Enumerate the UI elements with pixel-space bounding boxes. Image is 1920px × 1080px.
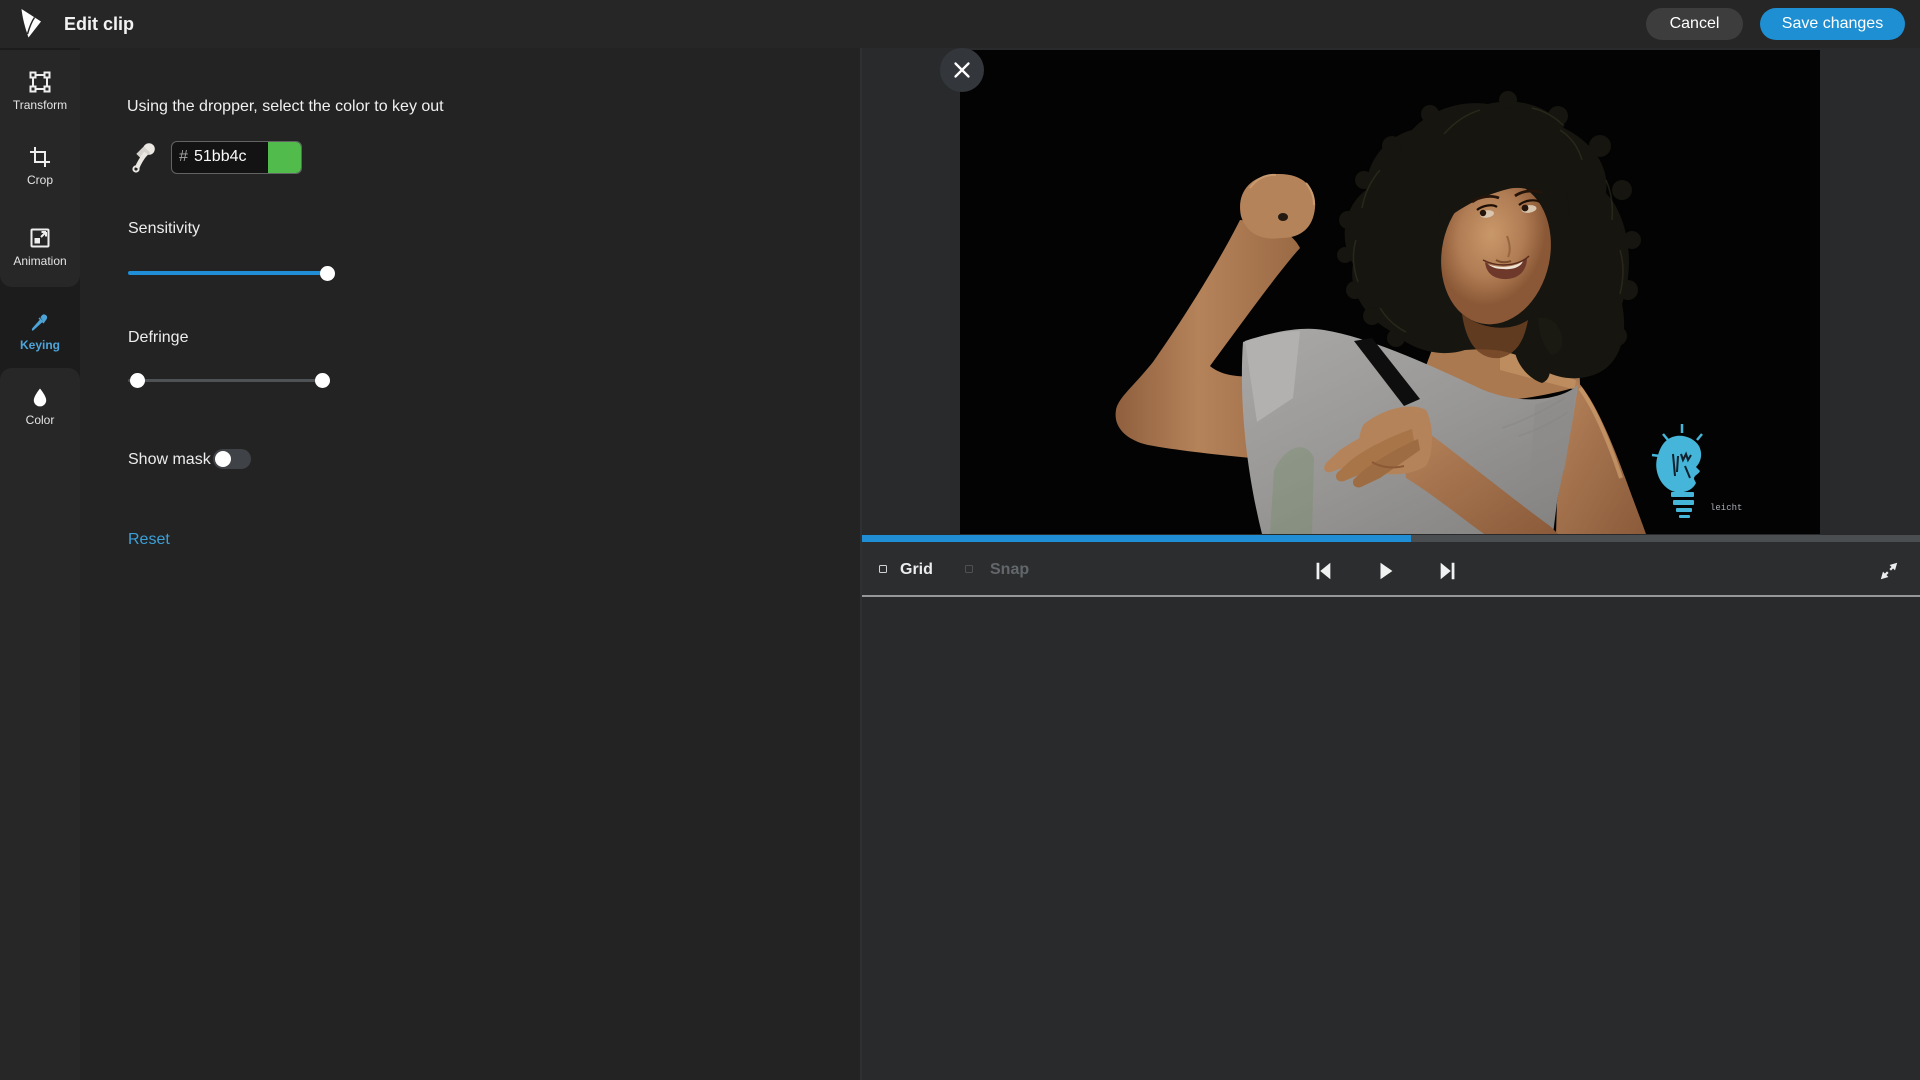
svg-text:leicht: leicht [1710, 503, 1742, 513]
